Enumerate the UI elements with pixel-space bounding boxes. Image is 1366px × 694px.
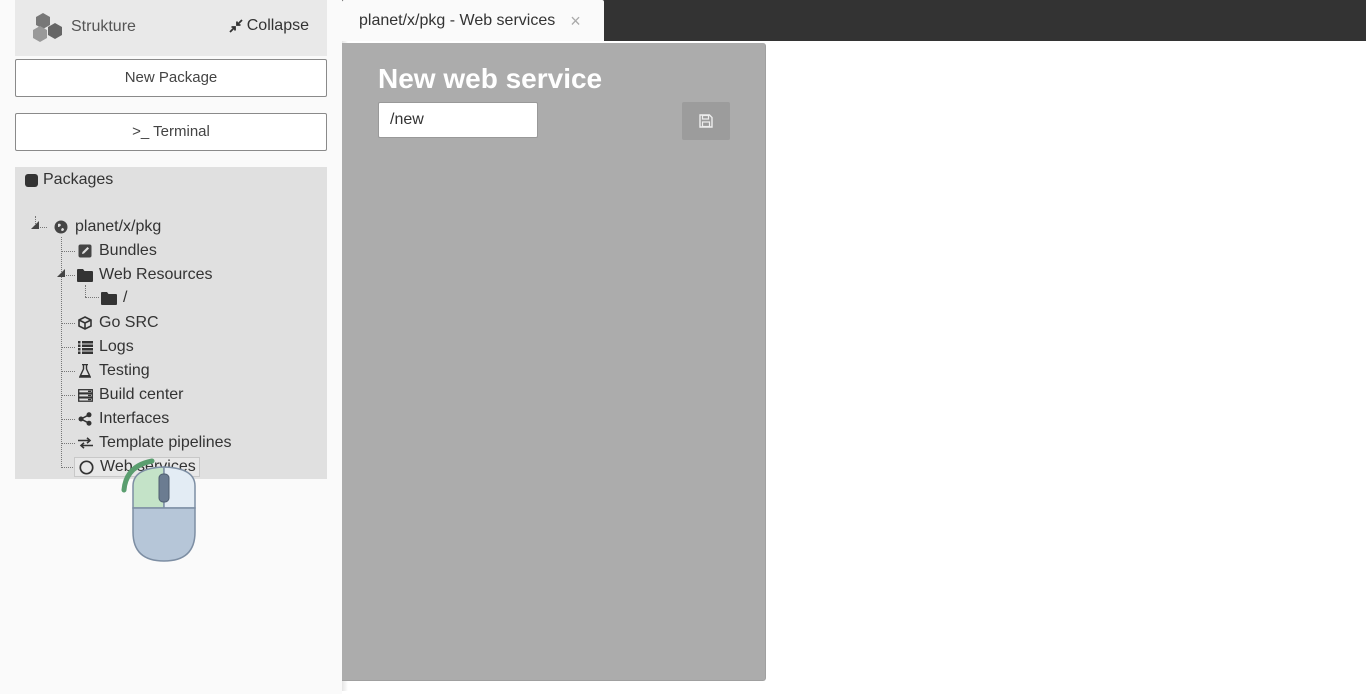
floppy-disk-icon — [699, 114, 713, 128]
tree-expand-root-icon[interactable] — [31, 221, 39, 229]
panel-title: New web service — [378, 63, 603, 94]
tree-item-label: Go SRC — [99, 314, 159, 331]
list-icon — [77, 339, 93, 355]
circle-notch-icon — [78, 459, 94, 475]
folder-icon — [101, 290, 117, 306]
mouse-click-indicator-icon — [121, 458, 196, 562]
path-input[interactable] — [378, 102, 538, 138]
share-icon — [77, 411, 93, 427]
tab-web-services[interactable]: planet/x/pkg - Web services × — [342, 0, 604, 41]
brand[interactable]: Strukture — [31, 10, 136, 44]
web-service-panel: New web service — [342, 43, 766, 681]
tree-item-template-pipelines[interactable]: Template pipelines — [77, 432, 232, 454]
tree-item-label: Build center — [99, 386, 184, 403]
packages-square-icon — [25, 173, 38, 187]
tree-expand-webres-icon[interactable] — [57, 269, 65, 277]
tree-root-package[interactable]: planet/x/pkg — [53, 216, 161, 238]
packages-panel: Packages planet/x/pkg Bundles Web Resour… — [15, 167, 327, 479]
exchange-icon — [77, 435, 93, 451]
tree-item-logs[interactable]: Logs — [77, 336, 134, 358]
brand-label: Strukture — [71, 18, 136, 35]
compress-icon — [229, 19, 243, 33]
sidebar-header: Strukture Collapse — [15, 0, 327, 56]
packages-title[interactable]: Packages — [25, 171, 113, 189]
tree-item-label: Web Resources — [99, 266, 213, 283]
tree-item-label: Interfaces — [99, 410, 170, 427]
terminal-button[interactable]: >_ Terminal — [15, 113, 327, 151]
collapse-button[interactable]: Collapse — [229, 17, 309, 35]
tree-item-testing[interactable]: Testing — [77, 360, 150, 382]
tree-item-bundles[interactable]: Bundles — [77, 240, 157, 262]
folder-icon — [77, 267, 93, 283]
strukture-logo-icon — [33, 13, 62, 42]
collapse-label: Collapse — [246, 17, 309, 34]
new-package-button[interactable]: New Package — [15, 59, 327, 97]
tree-item-label: Logs — [99, 338, 134, 355]
tree-item-go-src[interactable]: Go SRC — [77, 312, 159, 334]
tab-close-icon[interactable]: × — [570, 12, 581, 30]
tree-item-label: Testing — [99, 362, 150, 379]
tree-item-build-center[interactable]: Build center — [77, 384, 184, 406]
tree-item-label: Template pipelines — [99, 434, 232, 451]
tree-item-label: / — [123, 289, 128, 306]
tree-item-interfaces[interactable]: Interfaces — [77, 408, 169, 430]
tree-item-web-resources[interactable]: Web Resources — [77, 264, 213, 286]
server-icon — [77, 387, 93, 403]
tab-title: planet/x/pkg - Web services — [359, 11, 556, 29]
sidebar: Strukture Collapse New Package >_ Termin… — [0, 0, 342, 694]
globe-icon — [53, 219, 69, 235]
edit-icon — [77, 243, 93, 259]
save-button[interactable] — [682, 102, 730, 140]
tree-item-web-resources-root[interactable]: / — [101, 287, 127, 309]
tree-item-label: Bundles — [99, 242, 157, 259]
packages-title-label: Packages — [43, 171, 114, 188]
tree-root-label: planet/x/pkg — [75, 218, 162, 235]
flask-icon — [77, 363, 93, 379]
cube-icon — [77, 315, 93, 331]
